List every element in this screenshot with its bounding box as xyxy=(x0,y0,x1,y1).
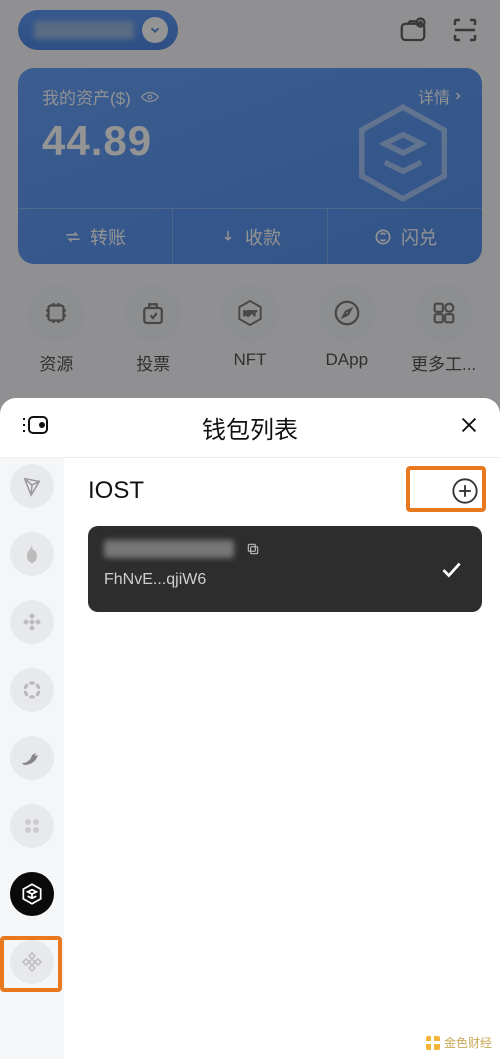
quad-dots-icon xyxy=(20,814,44,838)
tron-icon xyxy=(21,475,43,497)
plus-circle-icon xyxy=(451,477,479,505)
close-button[interactable] xyxy=(458,412,480,443)
chain-item-iost[interactable] xyxy=(10,872,54,916)
bird-icon xyxy=(20,749,44,767)
chain-item-bird[interactable] xyxy=(10,736,54,780)
iost-icon xyxy=(19,881,45,907)
chain-item-bnb2[interactable] xyxy=(10,940,54,984)
watermark: 金色财经 xyxy=(422,1032,496,1053)
chain-item-bnb[interactable] xyxy=(10,600,54,644)
wallet-address-short: FhNvE...qjiW6 xyxy=(104,571,466,589)
chain-item-huobi[interactable] xyxy=(10,532,54,576)
sheet-header: 钱包列表 xyxy=(0,398,500,458)
chain-item-polkadot[interactable] xyxy=(10,668,54,712)
polkadot-icon xyxy=(20,678,44,702)
watermark-icon xyxy=(426,1036,440,1050)
bnb-outline-icon xyxy=(20,950,44,974)
selected-check-icon xyxy=(438,556,464,587)
flame-icon xyxy=(22,542,42,566)
wallet-list-main: IOST FhNvE...qjiW6 xyxy=(64,458,500,1059)
copy-icon[interactable] xyxy=(246,543,260,560)
chain-title: IOST xyxy=(88,477,144,505)
wallet-card[interactable]: FhNvE...qjiW6 xyxy=(88,526,482,612)
bnb-icon xyxy=(20,610,44,634)
chain-item-quad[interactable] xyxy=(10,804,54,848)
add-wallet-button[interactable] xyxy=(448,474,482,508)
wallet-list-sheet: 钱包列表 xyxy=(0,398,500,1059)
wallet-manage-icon[interactable] xyxy=(20,413,50,442)
close-icon xyxy=(458,414,480,436)
chain-rail xyxy=(0,458,64,1059)
wallet-name-blurred xyxy=(104,540,234,558)
sheet-title: 钱包列表 xyxy=(202,410,298,445)
chain-item-tron[interactable] xyxy=(10,464,54,508)
